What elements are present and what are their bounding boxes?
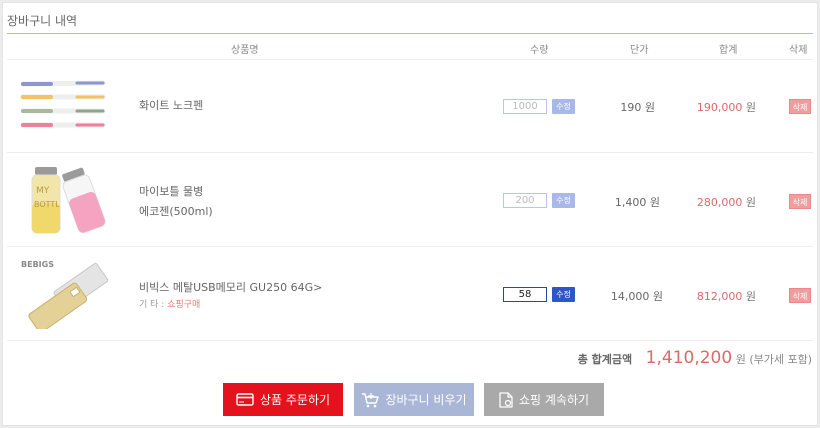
empty-cart-button[interactable]: 장바구니 비우기 bbox=[354, 383, 474, 416]
col-total: 합계 bbox=[719, 45, 738, 56]
col-product: 상품명 bbox=[231, 45, 259, 56]
empty-cart-button-label: 장바구니 비우기 bbox=[385, 393, 467, 407]
product-name-line2: 에코젠(500ml) bbox=[139, 205, 213, 218]
product-name[interactable]: 비빅스 메탈USB메모리 GU250 64G> 기 타 : 쇼핑구매 bbox=[139, 278, 322, 312]
row-total: 280,000 원 bbox=[616, 194, 756, 210]
row-total-unit: 원 bbox=[745, 196, 756, 209]
delete-button[interactable]: 삭제 bbox=[789, 288, 811, 303]
table-row: BEBIGS 비빅스 메탈USB메모리 GU250 64G> 기 타 : 쇼핑구… bbox=[3, 247, 817, 339]
svg-text:BOTTL: BOTTL bbox=[34, 200, 60, 209]
col-unit-price: 단가 bbox=[630, 45, 649, 56]
continue-shopping-button[interactable]: 쇼핑 계속하기 bbox=[484, 383, 604, 416]
row-total-value: 190,000 bbox=[696, 101, 743, 114]
grand-total: 총 합계금액 1,410,200 원 (부가세 포함) bbox=[578, 348, 812, 368]
document-icon bbox=[499, 391, 513, 408]
row-total-unit: 원 bbox=[745, 101, 756, 114]
row-total-value: 280,000 bbox=[696, 196, 743, 209]
row-total: 190,000 원 bbox=[616, 99, 756, 115]
order-button[interactable]: 상품 주문하기 bbox=[223, 383, 343, 416]
option-value: 쇼핑구매 bbox=[167, 300, 201, 310]
continue-shopping-button-label: 쇼핑 계속하기 bbox=[518, 393, 590, 407]
bottles-image: MY BOTTL bbox=[31, 167, 106, 234]
row-total-value: 812,000 bbox=[696, 290, 743, 303]
delete-button[interactable]: 삭제 bbox=[789, 99, 811, 114]
product-option: 기 타 : 쇼핑구매 bbox=[139, 298, 322, 312]
product-name[interactable]: 마이보틀 물병 에코젠(500ml) bbox=[139, 182, 213, 222]
row-divider bbox=[7, 340, 813, 341]
thumb-brand: BEBIGS bbox=[21, 260, 54, 269]
row-total-unit: 원 bbox=[745, 290, 756, 303]
svg-text:MY: MY bbox=[36, 186, 50, 196]
grand-total-amount: 1,410,200 bbox=[645, 348, 733, 368]
option-key: 기 타 : bbox=[139, 300, 168, 310]
product-name-line1: 마이보틀 물병 bbox=[139, 185, 204, 198]
pens-image bbox=[20, 80, 106, 128]
product-name-line1: 비빅스 메탈USB메모리 GU250 64G> bbox=[139, 281, 323, 294]
cart-panel: 장바구니 내역 상품명 수량 단가 합계 삭제 화이트 노크펜 1000 수정 … bbox=[2, 2, 818, 426]
quantity-input[interactable]: 58 bbox=[503, 287, 547, 302]
usb-image: BEBIGS bbox=[21, 260, 109, 329]
cart-title: 장바구니 내역 bbox=[7, 14, 78, 28]
table-row: 화이트 노크펜 1000 수정 190 원 190,000 원 삭제 bbox=[3, 60, 817, 152]
grand-total-label: 총 합계금액 bbox=[577, 353, 633, 366]
row-total: 812,000 원 bbox=[616, 288, 756, 304]
table-row: MY BOTTL 마이보틀 물병 에코젠(500ml) 200 수정 1,400… bbox=[3, 153, 817, 245]
order-button-label: 상품 주문하기 bbox=[259, 393, 331, 407]
table-header: 상품명 수량 단가 합계 삭제 bbox=[3, 37, 817, 59]
grand-total-suffix: 원 (부가세 포함) bbox=[735, 353, 812, 366]
product-name[interactable]: 화이트 노크펜 bbox=[139, 96, 203, 116]
card-icon bbox=[236, 393, 254, 406]
cart-icon bbox=[362, 392, 380, 407]
title-divider bbox=[7, 33, 813, 34]
col-qty: 수량 bbox=[530, 45, 549, 56]
col-delete: 삭제 bbox=[789, 45, 808, 56]
delete-button[interactable]: 삭제 bbox=[789, 194, 811, 209]
